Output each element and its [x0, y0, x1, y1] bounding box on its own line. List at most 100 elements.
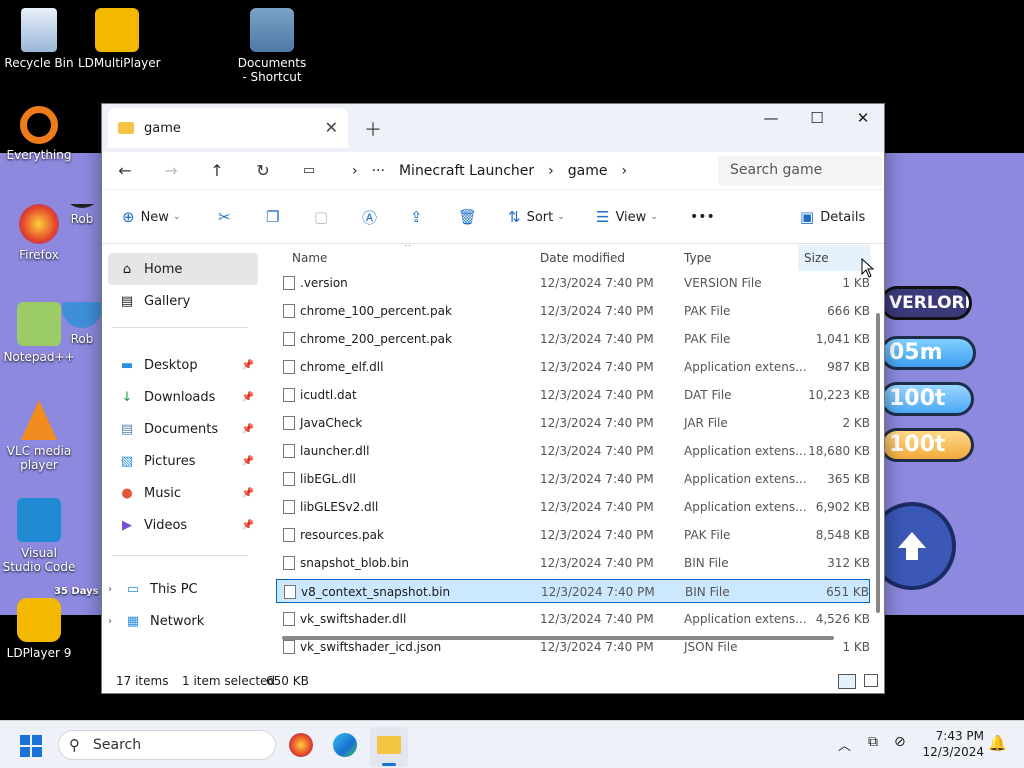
desktop-icon-vscode[interactable]: Visual Studio Code [1, 498, 77, 574]
chevron-up-icon[interactable]: ︿ [838, 735, 851, 754]
table-row[interactable]: snapshot_blob.bin 12/3/2024 7:40 PM BIN Fi… [276, 551, 870, 575]
sidebar-item-gallery[interactable]: ▤ Gallery [108, 285, 258, 317]
volume-muted-icon[interactable]: ⊘ [894, 734, 906, 750]
paste-icon: ▢ [314, 208, 329, 226]
new-tab-icon[interactable]: ＋ [364, 116, 382, 142]
sort-button[interactable]: ⇅ Sort ⌄ [508, 190, 565, 244]
selection-count: 1 item selected [182, 674, 276, 688]
details-view-icon[interactable] [838, 674, 856, 689]
details-button[interactable]: ▣ Details [800, 190, 865, 244]
file-date: 12/3/2024 7:40 PM [540, 360, 654, 374]
file-type: PAK File [684, 528, 731, 542]
table-row[interactable]: chrome_100_percent.pak 12/3/2024 7:40 PM P… [276, 299, 870, 323]
chevron-right-icon[interactable]: › [108, 616, 112, 627]
table-row[interactable]: chrome_200_percent.pak 12/3/2024 7:40 PM P… [276, 327, 870, 351]
table-row[interactable]: .version 12/3/2024 7:40 PM VERSION File 1 K… [276, 271, 870, 295]
edge-taskbar-icon[interactable] [333, 733, 357, 757]
ldplayer-icon [17, 598, 61, 642]
file-type: Application extens... [684, 612, 807, 626]
table-row[interactable]: chrome_elf.dll 12/3/2024 7:40 PM Applicati… [276, 355, 870, 379]
close-window-icon[interactable]: ✕ [840, 104, 886, 134]
maximize-icon[interactable]: ☐ [794, 104, 840, 134]
paste-button[interactable]: ▢ [314, 190, 334, 244]
monitor-icon[interactable]: ▭ [286, 163, 332, 178]
more-button[interactable]: ••• [690, 190, 715, 244]
table-row[interactable]: libGLESv2.dll 12/3/2024 7:40 PM Applicatio… [276, 495, 870, 519]
desktop-icon-recycle-bin[interactable]: Recycle Bin [1, 8, 77, 70]
sidebar-item-label: Pictures [144, 453, 196, 469]
clock[interactable]: 7:43 PM 12/3/2024 [918, 728, 984, 760]
desktop-icon-documents-shortcut[interactable]: Documents - Shortcut [234, 8, 310, 84]
tiles-view-icon[interactable] [864, 674, 878, 687]
sidebar-item-home[interactable]: ⌂ Home [108, 253, 258, 285]
up-icon[interactable]: ↑ [194, 161, 240, 180]
tab-game[interactable]: game ✕ [108, 108, 348, 148]
divider [112, 327, 248, 328]
tab-label: game [144, 120, 181, 136]
sidebar-item-this-pc[interactable]: › ▭ This PC [108, 573, 258, 605]
refresh-icon[interactable]: ↻ [240, 161, 286, 180]
breadcrumb-game[interactable]: game [568, 163, 608, 179]
desktop-icon-ldplayer[interactable]: LDPlayer 9 [1, 598, 77, 660]
table-row[interactable]: icudtl.dat 12/3/2024 7:40 PM DAT File 10,22… [276, 383, 870, 407]
bell-icon[interactable]: 🔔 [988, 734, 1007, 752]
sidebar-item-videos[interactable]: ▶ Videos 📌 [108, 509, 258, 541]
desktop-icon-ldmultiplayer[interactable]: LDMultiPlayer [78, 8, 161, 70]
breadcrumb-minecraft-launcher[interactable]: Minecraft Launcher [399, 163, 534, 179]
clock-time: 7:43 PM [935, 729, 984, 743]
chevron-right-icon: › [352, 163, 358, 179]
horizontal-scrollbar[interactable] [282, 636, 834, 640]
vertical-scrollbar[interactable] [876, 313, 880, 613]
copy-button[interactable]: ❐ [266, 190, 285, 244]
network-status-icon[interactable]: ⧉ [868, 734, 878, 750]
game-stat-3: 100t [880, 428, 974, 462]
back-icon[interactable]: ← [102, 161, 148, 180]
plus-circle-icon: ⊕ [122, 208, 135, 226]
file-explorer-taskbar-button[interactable] [370, 727, 408, 767]
sidebar-item-documents[interactable]: ▤ Documents 📌 [108, 413, 258, 445]
file-name: libGLESv2.dll [300, 500, 379, 514]
column-header-date[interactable]: Date modified [540, 245, 625, 271]
table-row[interactable]: resources.pak 12/3/2024 7:40 PM PAK File 8,… [276, 523, 870, 547]
table-row[interactable]: launcher.dll 12/3/2024 7:40 PM Application… [276, 439, 870, 463]
sidebar-item-desktop[interactable]: ▬ Desktop 📌 [108, 349, 258, 381]
forward-icon[interactable]: → [148, 161, 194, 180]
close-tab-icon[interactable]: ✕ [325, 118, 338, 137]
taskbar-search-input[interactable]: ⚲ Search [58, 730, 276, 760]
taskbar-search-label: Search [93, 737, 142, 753]
view-button[interactable]: ☰ View ⌄ [596, 190, 658, 244]
desktop-icon-vlc[interactable]: VLC media player [1, 400, 77, 472]
sidebar-item-music[interactable]: ● Music 📌 [108, 477, 258, 509]
sidebar-item-pictures[interactable]: ▧ Pictures 📌 [108, 445, 258, 477]
column-header-name[interactable]: Name [292, 245, 327, 271]
table-row[interactable]: libEGL.dll 12/3/2024 7:40 PM Application e… [276, 467, 870, 491]
minimize-icon[interactable]: — [748, 104, 794, 134]
share-button[interactable]: ⇪ [410, 190, 429, 244]
more-crumbs-icon[interactable]: ··· [372, 163, 385, 179]
sidebar-item-downloads[interactable]: ↓ Downloads 📌 [108, 381, 258, 413]
cut-button[interactable]: ✂ [218, 190, 237, 244]
column-header-type[interactable]: Type [684, 245, 712, 271]
table-row[interactable]: v8_context_snapshot.bin 12/3/2024 7:40 PM… [276, 579, 870, 603]
desktop-icon-roblox-2[interactable]: Rob [62, 302, 102, 346]
column-header-size[interactable]: Size [798, 245, 870, 271]
rename-button[interactable]: Ⓐ [362, 190, 383, 244]
sidebar-item-network[interactable]: › ▦ Network [108, 605, 258, 637]
taskbar: ⚲ Search ︿ ⧉ ⊘ 7:43 PM 12/3/2024 🔔 [0, 720, 1024, 768]
desktop-icon-everything[interactable]: Everything [1, 106, 77, 162]
file-date: 12/3/2024 7:40 PM [540, 416, 654, 430]
firefox-taskbar-icon[interactable] [289, 733, 313, 757]
windows-start-icon[interactable] [20, 735, 42, 757]
sidebar-item-label: Downloads [144, 389, 216, 405]
search-input[interactable]: Search game [718, 156, 882, 186]
chevron-right-icon[interactable]: › [108, 584, 112, 595]
desktop-icon-roblox[interactable]: Rob [62, 204, 102, 226]
table-row[interactable]: JavaCheck 12/3/2024 7:40 PM JAR File 2 KB [276, 411, 870, 435]
file-icon [283, 612, 295, 626]
sidebar-item-label: Gallery [144, 293, 191, 309]
delete-button[interactable]: 🗑 [458, 190, 483, 244]
new-button[interactable]: ⊕ New ⌄ [122, 190, 180, 244]
desktop-icon-label: Notepad++ [3, 350, 75, 364]
table-row[interactable]: vk_swiftshader.dll 12/3/2024 7:40 PM Appli… [276, 607, 870, 631]
sort-icon: ⇅ [508, 208, 521, 226]
